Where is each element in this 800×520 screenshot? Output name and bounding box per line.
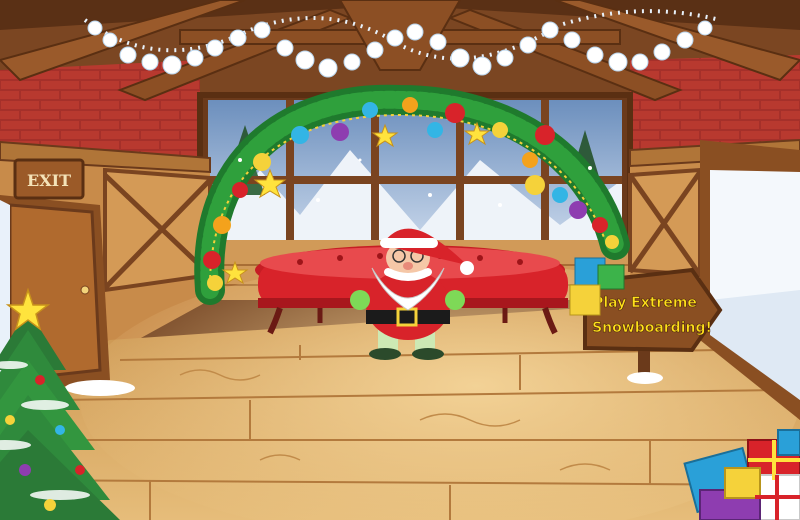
game-scene: EXIT Play Extreme Snowboarding! <box>0 0 800 520</box>
play-sign-line2: Snowboarding! <box>592 320 712 336</box>
exit-sign[interactable]: EXIT <box>13 158 85 200</box>
play-sign-line1: Play Extreme <box>593 295 697 311</box>
exit-sign-label: EXIT <box>27 171 71 190</box>
scene-canvas: EXIT Play Extreme Snowboarding! <box>0 0 800 520</box>
